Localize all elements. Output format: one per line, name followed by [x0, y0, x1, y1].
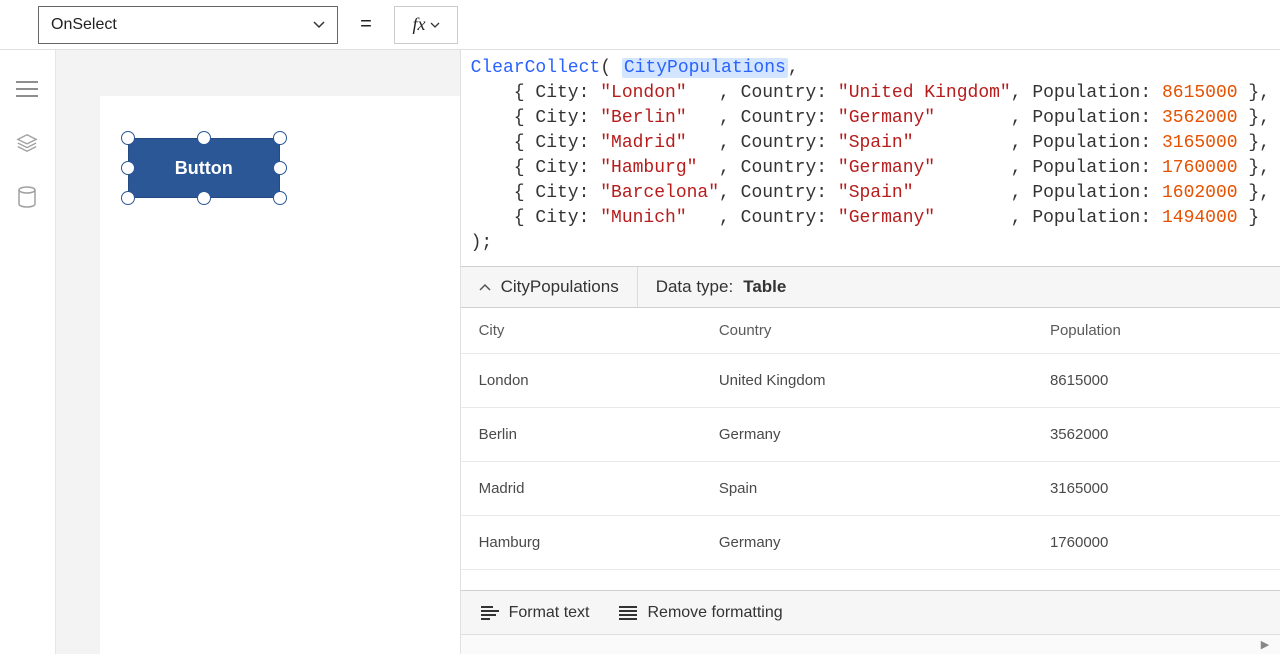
app-canvas[interactable]: Button	[100, 96, 460, 654]
canvas-button[interactable]: Button	[128, 138, 280, 198]
chevron-down-icon	[430, 19, 440, 31]
table-row[interactable]: HamburgGermany1760000	[461, 516, 1280, 570]
canvas-area[interactable]: Button	[56, 50, 460, 654]
result-table-wrap[interactable]: CityCountryPopulation LondonUnited Kingd…	[461, 308, 1280, 590]
table-header-row: CityCountryPopulation	[461, 308, 1280, 354]
resize-handle[interactable]	[273, 191, 287, 205]
datatype-value: Table	[743, 277, 786, 297]
table-cell: United Kingdom	[701, 354, 1032, 408]
left-rail	[0, 50, 56, 654]
table-row[interactable]: BarcelonaSpain1602000	[461, 570, 1280, 591]
table-cell: 8615000	[1032, 354, 1280, 408]
selected-control[interactable]: Button	[128, 138, 280, 198]
chevron-down-icon	[313, 21, 325, 29]
remove-formatting-icon	[619, 606, 637, 620]
result-collection-segment[interactable]: CityPopulations	[461, 267, 638, 307]
result-datatype-segment: Data type: Table	[638, 267, 805, 307]
resize-handle[interactable]	[197, 131, 211, 145]
remove-formatting-button[interactable]: Remove formatting	[619, 604, 782, 622]
datatype-label: Data type:	[656, 277, 734, 297]
table-column-header[interactable]: City	[461, 308, 701, 354]
scroll-right-arrow[interactable]: ▶	[1256, 638, 1274, 652]
table-cell: Barcelona	[461, 570, 701, 591]
equals-symbol: =	[338, 13, 394, 36]
property-selector-value: OnSelect	[51, 16, 117, 34]
table-cell: 1760000	[1032, 516, 1280, 570]
table-row[interactable]: MadridSpain3165000	[461, 462, 1280, 516]
database-icon[interactable]	[16, 186, 38, 208]
table-column-header[interactable]: Population	[1032, 308, 1280, 354]
formula-detail-panel: ClearCollect( CityPopulations, { City: "…	[460, 50, 1280, 654]
formula-editor[interactable]: ClearCollect( CityPopulations, { City: "…	[461, 50, 1280, 266]
resize-handle[interactable]	[273, 161, 287, 175]
resize-handle[interactable]	[121, 191, 135, 205]
table-cell: Spain	[701, 570, 1032, 591]
resize-handle[interactable]	[197, 191, 211, 205]
table-cell: 3165000	[1032, 462, 1280, 516]
table-row[interactable]: BerlinGermany3562000	[461, 408, 1280, 462]
table-cell: London	[461, 354, 701, 408]
horizontal-scrollbar[interactable]: ▶	[461, 634, 1280, 654]
table-cell: Germany	[701, 408, 1032, 462]
table-column-header[interactable]: Country	[701, 308, 1032, 354]
result-header-bar: CityPopulations Data type: Table	[461, 266, 1280, 308]
table-cell: Germany	[701, 516, 1032, 570]
resize-handle[interactable]	[121, 161, 135, 175]
table-cell: Hamburg	[461, 516, 701, 570]
hamburger-icon[interactable]	[16, 78, 38, 100]
fx-button[interactable]: fx	[394, 6, 458, 44]
formula-toolbar: OnSelect = fx	[0, 0, 1280, 50]
layers-icon[interactable]	[16, 132, 38, 154]
remove-formatting-label: Remove formatting	[647, 604, 782, 622]
format-text-icon	[481, 606, 499, 620]
fx-label: fx	[413, 14, 426, 35]
table-cell: 1602000	[1032, 570, 1280, 591]
table-row[interactable]: LondonUnited Kingdom8615000	[461, 354, 1280, 408]
chevron-up-icon	[479, 280, 491, 294]
main-area: Button ClearCollect( CityPopulations, { …	[0, 50, 1280, 654]
table-cell: 3562000	[1032, 408, 1280, 462]
table-cell: Spain	[701, 462, 1032, 516]
result-collection-name: CityPopulations	[501, 277, 619, 297]
table-cell: Madrid	[461, 462, 701, 516]
canvas-button-label: Button	[175, 158, 233, 179]
resize-handle[interactable]	[273, 131, 287, 145]
format-text-label: Format text	[509, 604, 590, 622]
formula-footer-bar: Format text Remove formatting	[461, 590, 1280, 634]
format-text-button[interactable]: Format text	[481, 604, 590, 622]
property-selector[interactable]: OnSelect	[38, 6, 338, 44]
table-cell: Berlin	[461, 408, 701, 462]
result-table: CityCountryPopulation LondonUnited Kingd…	[461, 308, 1280, 590]
resize-handle[interactable]	[121, 131, 135, 145]
